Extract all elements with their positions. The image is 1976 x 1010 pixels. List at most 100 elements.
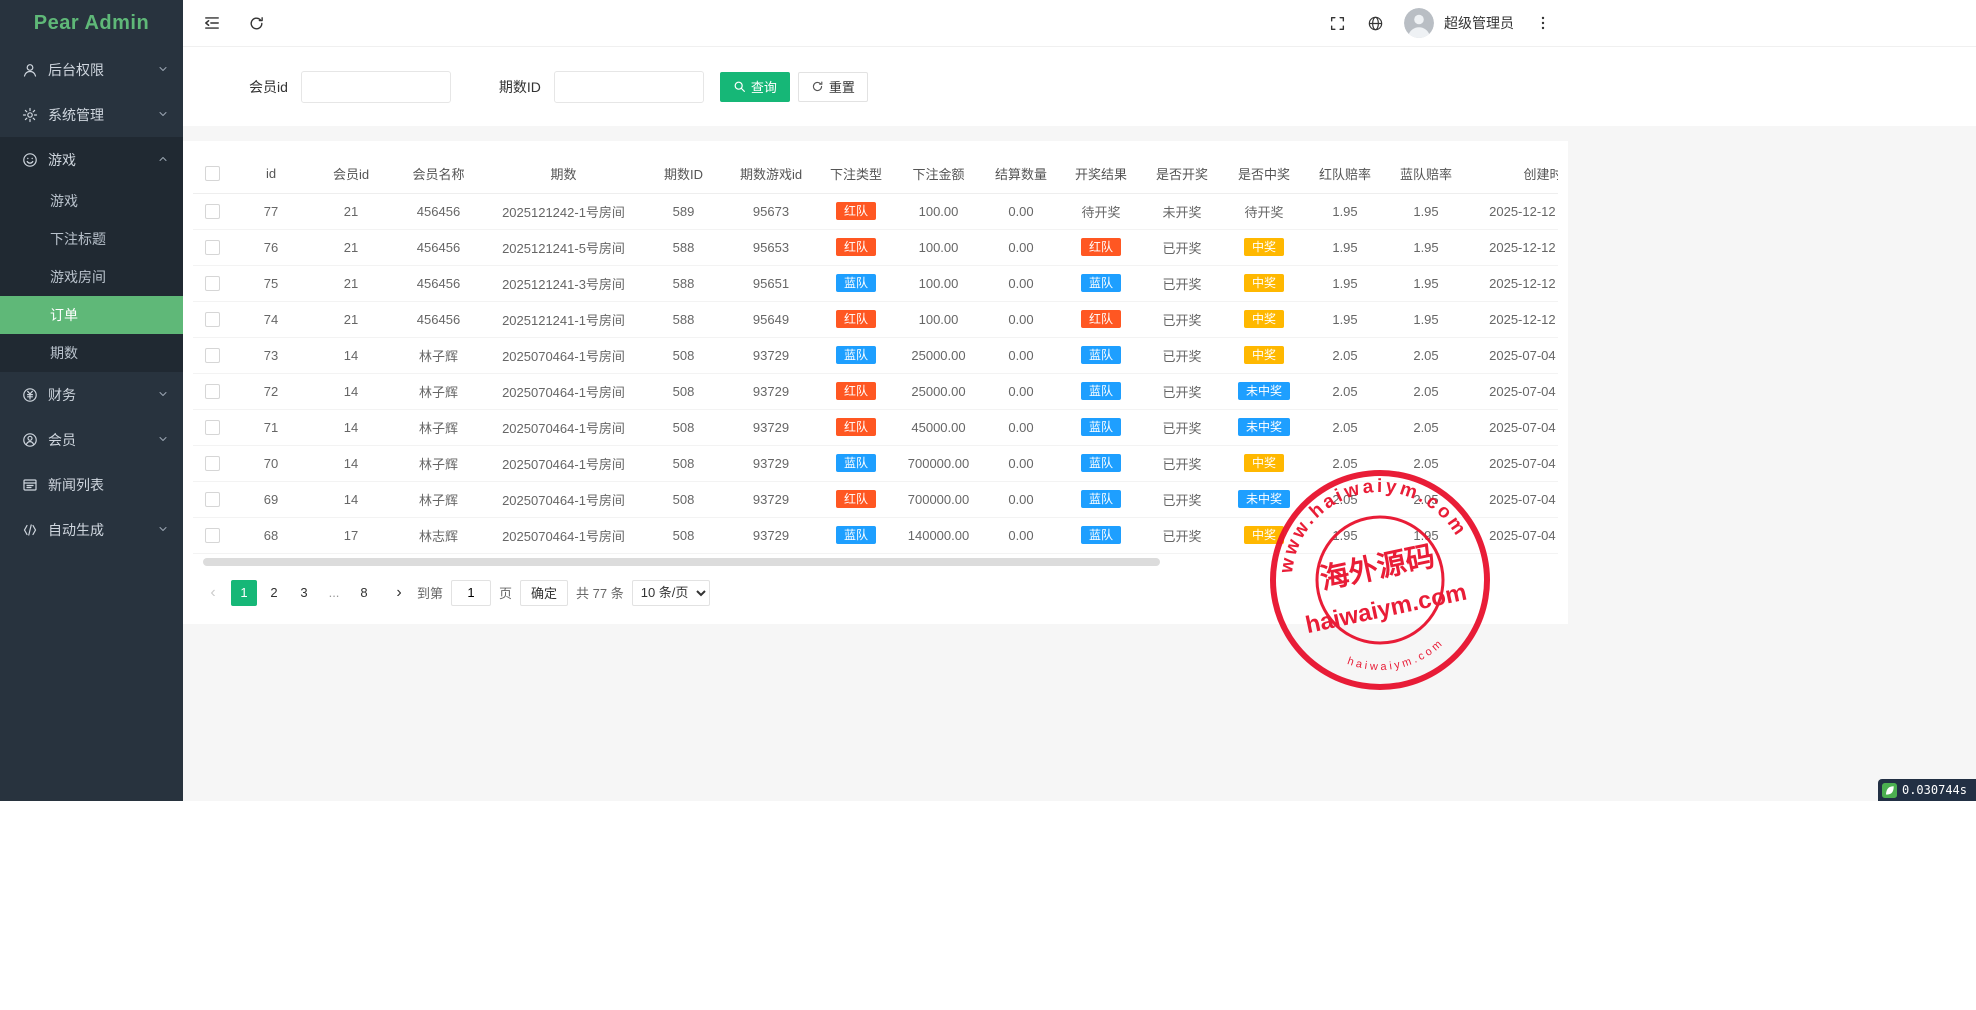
row-checkbox[interactable]: [205, 492, 220, 507]
cell: 红队: [816, 193, 896, 229]
sidebar-item-7[interactable]: 自动生成: [0, 507, 183, 552]
cell: 14: [311, 373, 391, 409]
row-checkbox[interactable]: [205, 204, 220, 219]
next-page-button[interactable]: ›: [389, 584, 409, 602]
goto-page-input[interactable]: [451, 580, 491, 606]
column-header: 蓝队赔率: [1385, 155, 1467, 193]
page-button-3[interactable]: 3: [291, 580, 317, 606]
app-logo: Pear Admin: [0, 0, 183, 47]
page-button-1[interactable]: 1: [231, 580, 257, 606]
cell: 508: [641, 409, 726, 445]
status-badge: 蓝队: [836, 274, 876, 292]
status-badge: 红队: [836, 382, 876, 400]
cell: 已开奖: [1141, 517, 1223, 553]
cell: 2.05: [1385, 445, 1467, 481]
row-checkbox[interactable]: [205, 240, 220, 255]
cell: 林志辉: [391, 517, 486, 553]
orders-table: id会员id会员名称期数期数ID期数游戏id下注类型下注金额结算数量开奖结果是否…: [193, 155, 1558, 554]
sidebar-subitem[interactable]: 下注标题: [0, 220, 183, 258]
total-count-label: 共 77 条: [576, 583, 624, 602]
period-id-input[interactable]: [554, 71, 704, 103]
language-globe-icon[interactable]: [1366, 14, 1384, 32]
cell: 45000.00: [896, 409, 981, 445]
cell: 中奖: [1223, 445, 1305, 481]
cell: 93729: [726, 481, 816, 517]
sidebar-item-2[interactable]: 系统管理: [0, 92, 183, 137]
main-area: 超级管理员 会员id 期数ID 查询: [183, 0, 1976, 801]
cell: 中奖: [1223, 337, 1305, 373]
username[interactable]: 超级管理员: [1444, 13, 1514, 33]
cell: 456456: [391, 193, 486, 229]
row-checkbox[interactable]: [205, 348, 220, 363]
query-button[interactable]: 查询: [720, 72, 790, 102]
fullscreen-icon[interactable]: [1328, 14, 1346, 32]
sidebar-item-4[interactable]: 财务: [0, 372, 183, 417]
sidebar-subitem[interactable]: 游戏房间: [0, 258, 183, 296]
collapse-sidebar-icon[interactable]: [203, 14, 221, 32]
cell: 1.95: [1305, 301, 1385, 337]
cell: 100.00: [896, 229, 981, 265]
status-badge: 红队: [1081, 310, 1121, 328]
row-checkbox[interactable]: [205, 528, 220, 543]
sidebar-subitem[interactable]: 订单: [0, 296, 183, 334]
member-id-input[interactable]: [301, 71, 451, 103]
select-all-checkbox[interactable]: [205, 166, 220, 181]
chevron-down-icon: [157, 388, 169, 400]
cell: 508: [641, 517, 726, 553]
cell: 588: [641, 301, 726, 337]
sidebar-subitem[interactable]: 期数: [0, 334, 183, 372]
cell: 76: [231, 229, 311, 265]
cell: 林子辉: [391, 409, 486, 445]
cell: 已开奖: [1141, 373, 1223, 409]
cell: 1.95: [1385, 517, 1467, 553]
sidebar-item-5[interactable]: 会员: [0, 417, 183, 462]
page-button-8[interactable]: 8: [351, 580, 377, 606]
goto-confirm-button[interactable]: 确定: [520, 580, 568, 606]
cell: 2025121242-1号房间: [486, 193, 641, 229]
cell: 1.95: [1305, 265, 1385, 301]
cell: 508: [641, 337, 726, 373]
sidebar-subitem[interactable]: 游戏: [0, 182, 183, 220]
status-badge: 中奖: [1244, 310, 1284, 328]
cell: 红队: [816, 301, 896, 337]
row-checkbox[interactable]: [205, 420, 220, 435]
table-wrapper: id会员id会员名称期数期数ID期数游戏id下注类型下注金额结算数量开奖结果是否…: [183, 155, 1558, 554]
cell: 未中奖: [1223, 481, 1305, 517]
scrollbar-thumb[interactable]: [203, 558, 1160, 566]
prev-page-button[interactable]: ‹: [203, 584, 223, 602]
cell: 红队: [1061, 229, 1141, 265]
sidebar-item-3[interactable]: 游戏: [0, 137, 183, 182]
cell: 2025070464-1号房间: [486, 517, 641, 553]
cell: 0.00: [981, 481, 1061, 517]
row-checkbox[interactable]: [205, 276, 220, 291]
more-menu-icon[interactable]: [1534, 14, 1552, 32]
column-header: 开奖结果: [1061, 155, 1141, 193]
cell: 2.05: [1385, 481, 1467, 517]
sidebar-item-1[interactable]: 后台权限: [0, 47, 183, 92]
row-checkbox[interactable]: [205, 384, 220, 399]
column-header: 下注金额: [896, 155, 981, 193]
column-header: 红队赔率: [1305, 155, 1385, 193]
column-header: 创建时间: [1467, 155, 1558, 193]
cell: 589: [641, 193, 726, 229]
user-icon: [22, 62, 38, 78]
reset-button[interactable]: 重置: [798, 72, 868, 102]
page-size-select[interactable]: 10 条/页: [632, 580, 710, 606]
row-checkbox[interactable]: [205, 456, 220, 471]
cell: 14: [311, 445, 391, 481]
row-checkbox[interactable]: [205, 312, 220, 327]
status-badge: 中奖: [1244, 526, 1284, 544]
refresh-icon[interactable]: [247, 14, 265, 32]
avatar[interactable]: [1404, 8, 1434, 38]
orders-table-card: id会员id会员名称期数期数ID期数游戏id下注类型下注金额结算数量开奖结果是否…: [183, 141, 1568, 624]
cell: 红队: [816, 229, 896, 265]
sidebar-item-6[interactable]: 新闻列表: [0, 462, 183, 507]
search-icon: [733, 80, 746, 93]
status-badge: 未中奖: [1238, 490, 1290, 508]
pagination: ‹ 123...8 › 到第 页 确定 共 77 条 10 条/页: [203, 580, 1568, 606]
status-badge: 红队: [836, 202, 876, 220]
table-row: 75214564562025121241-3号房间58895651蓝队100.0…: [193, 265, 1558, 301]
page-button-2[interactable]: 2: [261, 580, 287, 606]
cell: 已开奖: [1141, 445, 1223, 481]
cell: 待开奖: [1061, 193, 1141, 229]
